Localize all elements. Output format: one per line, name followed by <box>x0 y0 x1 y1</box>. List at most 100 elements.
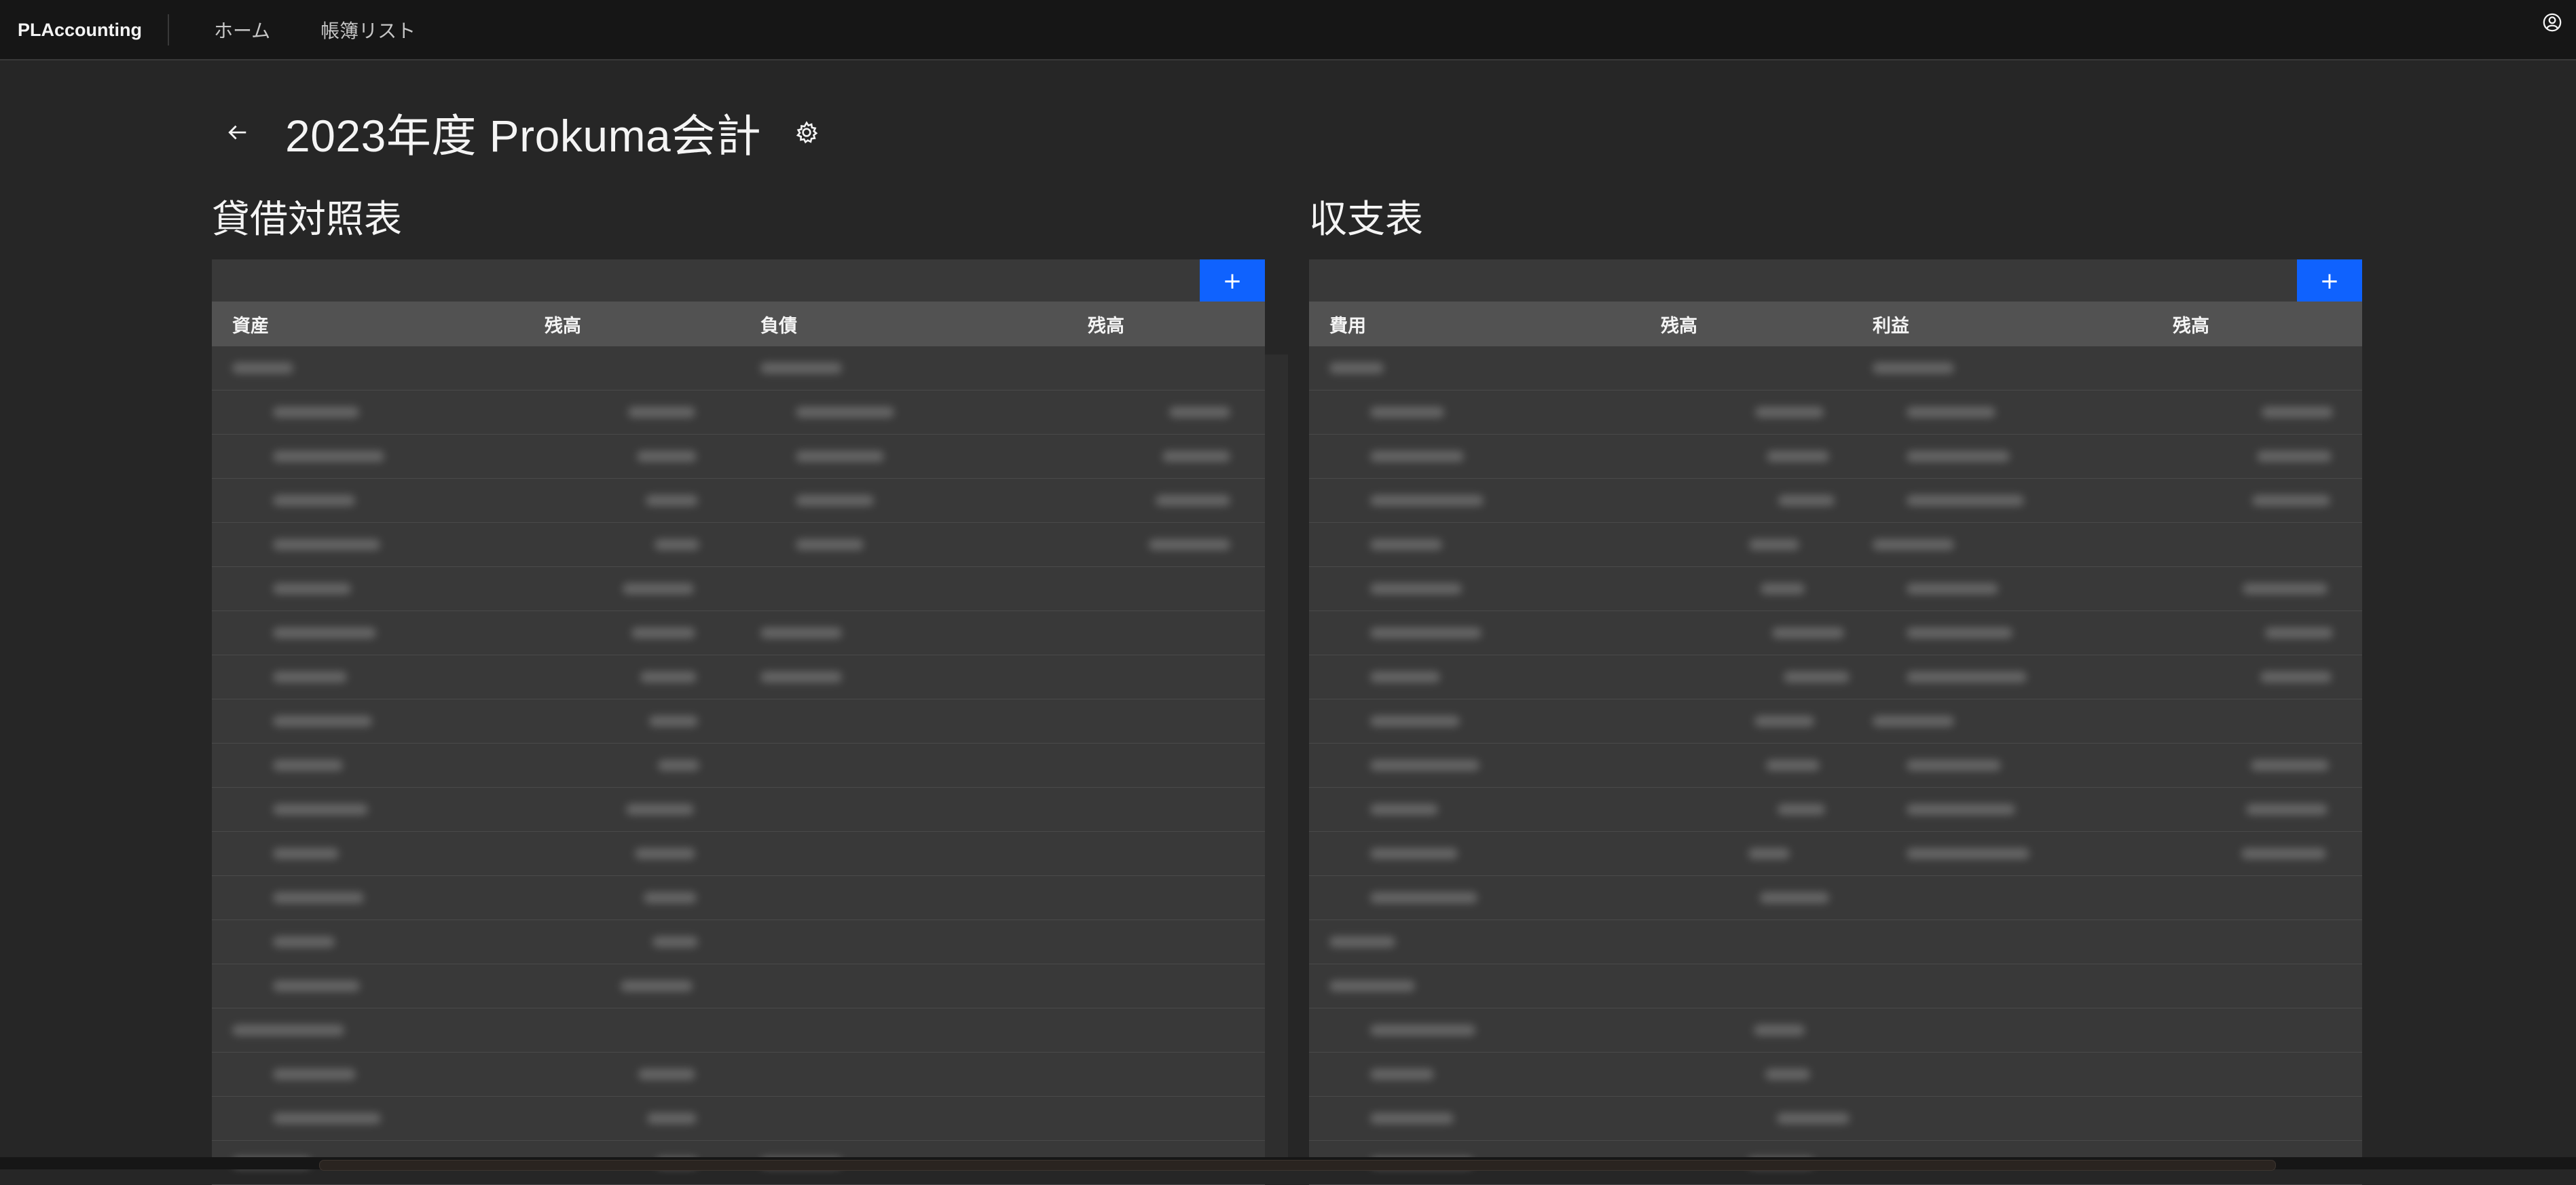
redacted-cell <box>1766 760 1820 771</box>
table-row[interactable] <box>1309 1097 2362 1141</box>
nav-ledger-list[interactable]: 帳簿リスト <box>320 16 416 43</box>
table-row[interactable] <box>1309 346 2362 390</box>
table-row[interactable] <box>1309 611 2362 655</box>
page-title: 2023年度 Prokuma会計 <box>285 111 762 161</box>
panel-divider <box>1265 354 1288 1169</box>
redacted-cell <box>1156 495 1230 506</box>
table-row[interactable] <box>1309 832 2362 876</box>
table-row[interactable] <box>212 523 1265 567</box>
redacted-cell <box>1772 627 1844 638</box>
table-row[interactable] <box>212 567 1265 611</box>
table-row[interactable] <box>212 611 1265 655</box>
table-row[interactable] <box>212 1053 1265 1097</box>
table-row[interactable] <box>1309 655 2362 699</box>
arrow-left-icon[interactable] <box>224 120 250 145</box>
redacted-cell <box>1778 804 1825 815</box>
table-row[interactable] <box>212 964 1265 1008</box>
add-income-entry-button[interactable]: + <box>2297 259 2362 303</box>
column-liabilities: 負債 <box>760 315 797 337</box>
table-row[interactable] <box>1309 1053 2362 1097</box>
table-row[interactable] <box>1309 1008 2362 1053</box>
table-row[interactable] <box>1309 964 2362 1008</box>
table-row[interactable] <box>212 435 1265 479</box>
nav-home[interactable]: ホーム <box>214 16 270 43</box>
redacted-cell <box>628 407 695 418</box>
table-row[interactable] <box>1309 523 2362 567</box>
table-row[interactable] <box>1309 435 2362 479</box>
table-row[interactable] <box>1309 920 2362 964</box>
redacted-cell <box>273 1069 356 1080</box>
table-row[interactable] <box>212 1097 1265 1141</box>
page-header: 2023年度 Prokuma会計 <box>224 102 820 163</box>
balance-sheet-rows <box>212 346 1265 1185</box>
table-row[interactable] <box>1309 699 2362 744</box>
redacted-cell <box>273 716 372 727</box>
redacted-cell <box>2246 804 2327 815</box>
table-row[interactable] <box>1309 390 2362 435</box>
redacted-cell <box>1370 451 1464 462</box>
redacted-cell <box>1767 451 1829 462</box>
redacted-cell <box>644 892 697 903</box>
redacted-cell <box>638 1069 695 1080</box>
redacted-cell <box>1907 760 2001 771</box>
redacted-cell <box>273 804 368 815</box>
redacted-cell <box>1778 495 1835 506</box>
redacted-cell <box>1370 672 1440 682</box>
redacted-cell <box>1907 407 1995 418</box>
redacted-cell <box>1765 1069 1810 1080</box>
redacted-cell <box>626 804 694 815</box>
redacted-cell <box>760 363 842 373</box>
gear-icon[interactable] <box>794 120 820 145</box>
redacted-cell <box>1162 451 1230 462</box>
balance-sheet-toolbar: + <box>212 259 1265 303</box>
redacted-cell <box>273 583 351 594</box>
redacted-cell <box>273 936 335 947</box>
table-row[interactable] <box>212 479 1265 523</box>
redacted-cell <box>273 627 376 638</box>
redacted-cell <box>655 539 699 550</box>
redacted-cell <box>631 627 695 638</box>
table-row[interactable] <box>212 390 1265 435</box>
balance-sheet-panel: + 資産 残高 負債 残高 <box>212 259 1265 1185</box>
table-row[interactable] <box>212 655 1265 699</box>
table-row[interactable] <box>1309 479 2362 523</box>
table-row[interactable] <box>212 1008 1265 1053</box>
table-row[interactable] <box>1309 876 2362 920</box>
table-row[interactable] <box>212 876 1265 920</box>
redacted-cell <box>1907 583 1998 594</box>
table-row[interactable] <box>212 346 1265 390</box>
app-brand[interactable]: PLAccounting <box>0 14 169 45</box>
redacted-cell <box>2251 760 2329 771</box>
redacted-cell <box>623 583 694 594</box>
table-row[interactable] <box>212 920 1265 964</box>
column-expenses: 費用 <box>1329 315 1366 337</box>
table-row[interactable] <box>1309 788 2362 832</box>
redacted-cell <box>1755 407 1824 418</box>
income-statement-title: 収支表 <box>1309 198 1423 242</box>
redacted-cell <box>273 495 355 506</box>
redacted-cell <box>621 981 693 991</box>
redacted-cell <box>2262 407 2333 418</box>
redacted-cell <box>652 936 698 947</box>
redacted-cell <box>1370 716 1460 727</box>
table-row[interactable] <box>212 699 1265 744</box>
table-row[interactable] <box>212 788 1265 832</box>
redacted-cell <box>796 539 864 550</box>
add-balance-entry-button[interactable]: + <box>1200 259 1265 303</box>
redacted-cell <box>2257 451 2332 462</box>
redacted-cell <box>1777 1113 1850 1124</box>
redacted-cell <box>1784 672 1850 682</box>
redacted-cell <box>2265 627 2333 638</box>
redacted-cell <box>760 627 842 638</box>
table-row[interactable] <box>1309 567 2362 611</box>
redacted-cell <box>1873 363 1954 373</box>
table-row[interactable] <box>212 832 1265 876</box>
table-row[interactable] <box>212 744 1265 788</box>
table-row[interactable] <box>1309 744 2362 788</box>
redacted-cell <box>273 848 339 859</box>
redacted-cell <box>2241 848 2326 859</box>
redacted-cell <box>1149 539 1230 550</box>
user-avatar-icon[interactable] <box>2542 12 2562 33</box>
redacted-cell <box>1907 627 2012 638</box>
redacted-cell <box>232 363 293 373</box>
